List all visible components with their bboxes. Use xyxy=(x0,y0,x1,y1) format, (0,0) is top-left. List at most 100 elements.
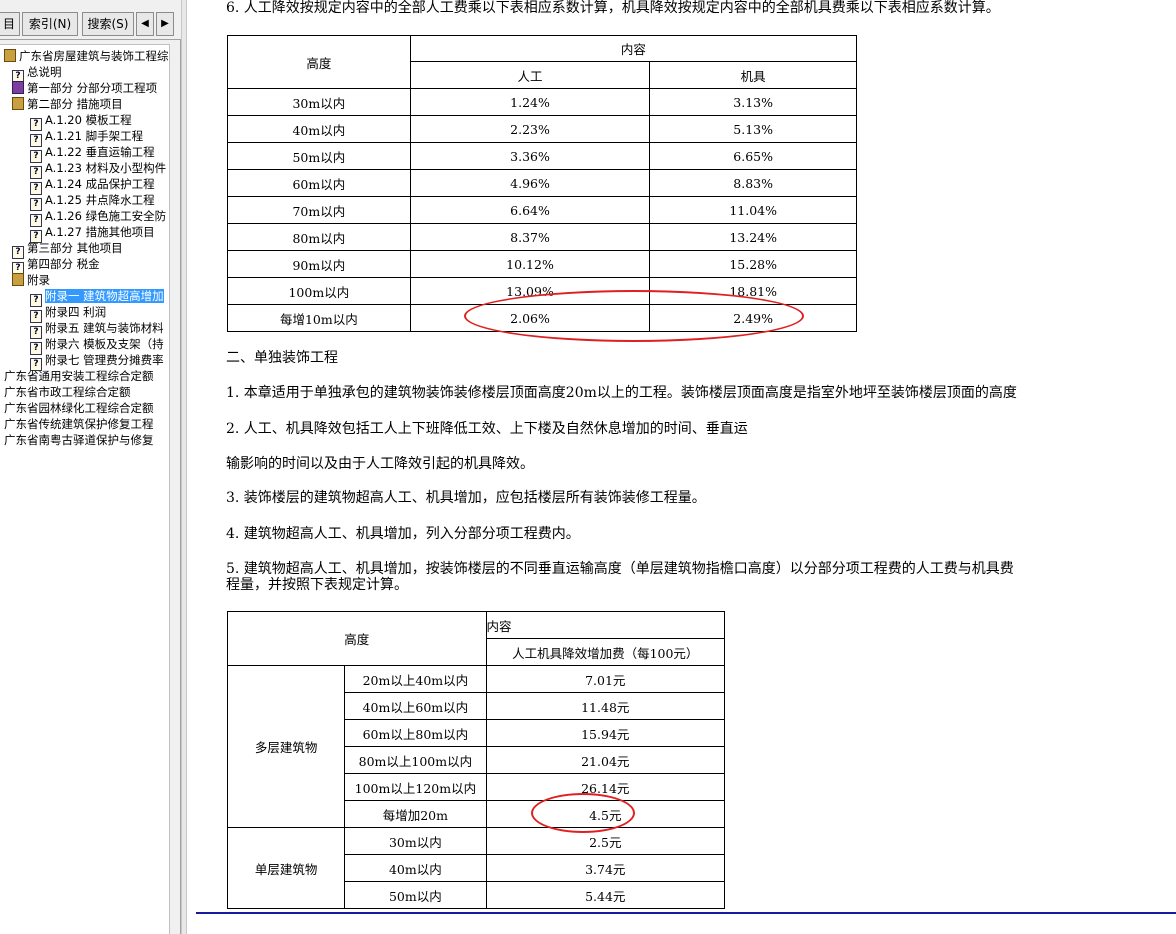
table1-cell-labor: 13.09% xyxy=(409,277,651,305)
table1-header-content: 内容 xyxy=(409,35,858,62)
tree-item[interactable]: 广东省房屋建筑与装饰工程综 xyxy=(4,48,169,64)
paragraph-5a: 5. 建筑物超高人工、机具增加，按装饰楼层的不同垂直运输高度（单层建筑物指檐口高… xyxy=(226,561,1014,577)
table1-cell-machine: 5.13% xyxy=(649,115,857,143)
tree-item[interactable]: ? A.1.21 脚手架工程 xyxy=(30,128,144,147)
table-row: 60m以内 4.96% 8.83% xyxy=(227,169,857,197)
table2-cell-fee: 2.5元 xyxy=(485,827,726,855)
table1-cell-labor: 3.36% xyxy=(409,142,651,170)
book-closed-icon xyxy=(12,81,24,94)
tree-item[interactable]: ? A.1.27 措施其他项目 xyxy=(30,224,155,243)
table2-cell-fee: 21.04元 xyxy=(485,746,726,774)
table1-cell-labor: 4.96% xyxy=(409,169,651,197)
tree-item-label: 附录一 建筑物超高增加 xyxy=(45,289,164,303)
scroll-tabs-right-button[interactable]: ▶ xyxy=(156,12,174,36)
table-row: 90m以内 10.12% 15.28% xyxy=(227,250,857,278)
tab-contents[interactable]: 目 xyxy=(0,12,20,36)
tree-item[interactable]: 第一部分 分部分项工程项 xyxy=(12,80,157,96)
tree-item-label: 第三部分 其他项目 xyxy=(27,241,123,255)
tree-item[interactable]: ? 附录五 建筑与装饰材料 xyxy=(30,320,164,339)
tree-item[interactable]: ? A.1.20 模板工程 xyxy=(30,112,132,131)
paragraph-6-labor-efficiency: 6. 人工降效按规定内容中的全部人工费乘以下表相应系数计算，机具降效按规定内容中… xyxy=(226,0,1000,16)
tree-item-label: 广东省园林绿化工程综合定额 xyxy=(4,401,154,415)
tab-search[interactable]: 搜索(S) xyxy=(82,12,134,36)
table1-cell-machine: 3.13% xyxy=(649,88,857,116)
bottom-divider-line xyxy=(196,912,1176,914)
table2-cell-range: 30m以内 xyxy=(344,827,487,855)
table1-cell-machine: 11.04% xyxy=(649,196,857,224)
tree-item[interactable]: ? A.1.25 井点降水工程 xyxy=(30,192,155,211)
book-open-icon xyxy=(12,273,24,286)
tree-item[interactable]: ? 第四部分 税金 xyxy=(12,256,100,275)
table2-cell-fee: 11.48元 xyxy=(485,692,726,720)
table1-cell-labor: 10.12% xyxy=(409,250,651,278)
table1-cell-machine: 18.81% xyxy=(649,277,857,305)
tree-item-label: A.1.21 脚手架工程 xyxy=(45,129,144,143)
tree-item[interactable]: 广东省通用安装工程综合定额 xyxy=(4,368,154,384)
tree-item-label: 附录四 利润 xyxy=(45,305,107,319)
table2-cell-range: 20m以上40m以内 xyxy=(344,665,487,693)
pane-splitter[interactable] xyxy=(181,0,187,934)
tree-item-label: 附录五 建筑与装饰材料 xyxy=(45,321,164,335)
tree-item[interactable]: ? 附录六 模板及支架（持 xyxy=(30,336,164,355)
tree-item[interactable]: ? 第三部分 其他项目 xyxy=(12,240,123,259)
tree-item[interactable]: ? 总说明 xyxy=(12,64,62,83)
table1-cell-labor: 8.37% xyxy=(409,223,651,251)
table-row: 80m以内 8.37% 13.24% xyxy=(227,223,857,251)
table1-header-height: 高度 xyxy=(227,35,411,89)
tree-item-label: A.1.25 井点降水工程 xyxy=(45,193,155,207)
table-row: 30m以内 1.24% 3.13% xyxy=(227,88,857,116)
table1-cell-labor: 2.23% xyxy=(409,115,651,143)
table2-header-content: 内容 xyxy=(485,611,726,639)
table-row: 单层建筑物 30m以内 2.5元 xyxy=(226,827,726,909)
table-row: 40m以内 2.23% 5.13% xyxy=(227,115,857,143)
tree-item-label: 第一部分 分部分项工程项 xyxy=(27,81,158,95)
table1-cell-height: 50m以内 xyxy=(227,142,411,170)
table2-cell-fee: 4.5元 xyxy=(485,800,726,828)
tree-item[interactable]: 广东省园林绿化工程综合定额 xyxy=(4,400,154,416)
table1-cell-labor: 1.24% xyxy=(409,88,651,116)
table1-cell-machine: 2.49% xyxy=(649,304,857,332)
tree-item[interactable]: ? A.1.23 材料及小型构件 xyxy=(30,160,166,179)
paragraph-1: 1. 本章适用于单独承包的建筑物装饰装修楼层顶面高度20m以上的工程。装饰楼层顶… xyxy=(226,385,1017,401)
tree-item[interactable]: ? 附录一 建筑物超高增加 xyxy=(30,288,164,307)
tab-index[interactable]: 索引(N) xyxy=(22,12,78,36)
table1-cell-machine: 6.65% xyxy=(649,142,857,170)
table1-cell-height: 80m以内 xyxy=(227,223,411,251)
table1-cell-height: 90m以内 xyxy=(227,250,411,278)
tree-item-label: 第二部分 措施项目 xyxy=(27,97,123,111)
table2-group-multi-storey: 多层建筑物 xyxy=(226,665,346,828)
tree-item[interactable]: ? A.1.24 成品保护工程 xyxy=(30,176,155,195)
tree-item-label: 广东省市政工程综合定额 xyxy=(4,385,131,399)
tree-item[interactable]: 第二部分 措施项目 xyxy=(12,96,123,112)
tree-item[interactable]: 广东省南粤古驿道保护与修复 xyxy=(4,432,154,448)
scroll-tabs-left-button[interactable]: ◀ xyxy=(136,12,154,36)
tree-item[interactable]: ? 附录四 利润 xyxy=(30,304,107,323)
navigation-pane: 目 索引(N) 搜索(S) ◀ ▶ 广东省房屋建筑与装饰工程综? 总说明 第一部分 … xyxy=(0,0,181,934)
tree-item[interactable]: ? A.1.22 垂直运输工程 xyxy=(30,144,155,163)
tree-item-label: A.1.20 模板工程 xyxy=(45,113,132,127)
tree-item[interactable]: ? 附录七 管理费分摊费率 xyxy=(30,352,164,371)
book-open-icon xyxy=(4,49,16,62)
tree-item[interactable]: 广东省传统建筑保护修复工程 xyxy=(4,416,154,432)
table1-cell-machine: 13.24% xyxy=(649,223,857,251)
tree-item-label: 广东省通用安装工程综合定额 xyxy=(4,369,154,383)
tree-item-label: 总说明 xyxy=(27,65,62,79)
tree-item[interactable]: 附录 xyxy=(12,272,50,288)
efficiency-coefficient-table: 高度 内容 人工 机具 30m以内 1.24% 3.13% 40m以内 2.23% 5.1… xyxy=(227,35,858,332)
nav-tab-strip: 目 索引(N) 搜索(S) ◀ ▶ xyxy=(0,0,181,40)
tree-item[interactable]: ? A.1.26 绿色施工安全防 xyxy=(30,208,166,227)
table2-cell-range: 60m以上80m以内 xyxy=(344,719,487,747)
decoration-surcharge-table: 高度 内容 人工机具降效增加费（每100元） 多层建筑物 20m以上40m以内 7.… xyxy=(226,611,726,909)
tree-item-label: A.1.24 成品保护工程 xyxy=(45,177,155,191)
tree-item-label: 第四部分 税金 xyxy=(27,257,100,271)
table1-cell-labor: 6.64% xyxy=(409,196,651,224)
table1-header-machine: 机具 xyxy=(649,61,857,89)
help-content-pane: 6. 人工降效按规定内容中的全部人工费乘以下表相应系数计算，机具降效按规定内容中… xyxy=(188,0,1176,934)
paragraph-2a: 2. 人工、机具降效包括工人上下班降低工效、上下楼及自然休息增加的时间、垂直运 xyxy=(226,421,748,437)
table-row: 多层建筑物 20m以上40m以内 7.01元 xyxy=(226,665,726,828)
table-row: 50m以内 3.36% 6.65% xyxy=(227,142,857,170)
table1-cell-height: 100m以内 xyxy=(227,277,411,305)
tree-item[interactable]: 广东省市政工程综合定额 xyxy=(4,384,131,400)
table-row: 每增10m以内 2.06% 2.49% xyxy=(227,304,857,332)
tree-item-label: A.1.27 措施其他项目 xyxy=(45,225,155,239)
